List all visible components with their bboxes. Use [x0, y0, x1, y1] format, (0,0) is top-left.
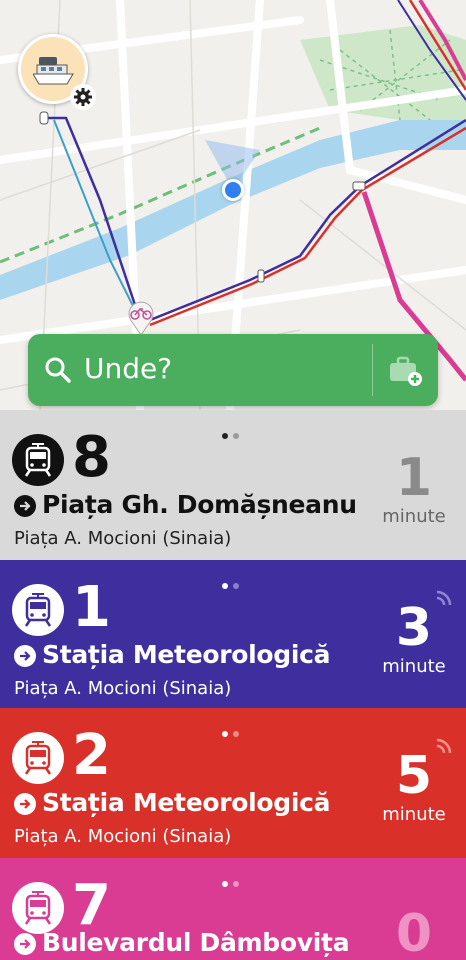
arrow-right-icon — [14, 495, 36, 517]
vehicle-badge — [12, 732, 64, 784]
destination-name: Piața Gh. Domășneanu — [42, 490, 357, 519]
minutes-value: 5 — [395, 746, 433, 806]
minutes-label: minute — [382, 804, 446, 825]
minutes-value: 0 — [395, 904, 433, 960]
arrival-time: 5 minute — [374, 748, 454, 825]
vehicle-badge — [12, 584, 64, 636]
page-dots — [222, 872, 244, 891]
vehicle-badge — [12, 882, 64, 934]
minutes-value: 1 — [395, 448, 433, 508]
minutes-label: minute — [382, 506, 446, 527]
tram-icon — [24, 741, 52, 775]
arrow-right-icon — [14, 933, 36, 955]
search-divider — [372, 344, 373, 396]
user-location-dot — [222, 179, 244, 201]
destination-name: Bulevardul Dâmbovița — [42, 928, 350, 957]
bicycle-icon — [128, 301, 154, 336]
search-icon — [45, 357, 71, 383]
page-dots — [222, 424, 244, 443]
arrow-right-icon — [14, 645, 36, 667]
minutes-label: minute — [382, 656, 446, 677]
page-dots — [222, 722, 244, 741]
arrival-time: 0 — [374, 906, 454, 960]
tram-icon — [24, 593, 52, 627]
minutes-value: 3 — [395, 598, 433, 658]
destination-name: Stația Meteorologică — [42, 640, 331, 669]
stop-name: Piața A. Mocioni (Sinaia) — [14, 528, 232, 549]
stop-name: Piața A. Mocioni (Sinaia) — [14, 826, 232, 847]
tram-icon — [24, 443, 52, 477]
briefcase-add-icon[interactable] — [388, 356, 424, 386]
departure-card-route-7[interactable]: 7 Bulevardul Dâmbovița 0 — [0, 858, 466, 960]
arrival-time: 1 minute — [374, 450, 454, 527]
route-number: 2 — [72, 723, 111, 788]
stop-name: Piața A. Mocioni (Sinaia) — [14, 678, 232, 699]
search-bar[interactable]: Unde? — [28, 334, 438, 406]
boat-icon — [33, 57, 74, 85]
gear-icon — [74, 88, 92, 106]
destination-name: Stația Meteorologică — [42, 788, 331, 817]
departure-card-route-8[interactable]: 8 Piața Gh. Domășneanu Piața A. Mocioni … — [0, 410, 466, 560]
arrow-right-icon — [14, 793, 36, 815]
departure-card-route-1[interactable]: 1 Stația Meteorologică Piața A. Mocioni … — [0, 560, 466, 708]
page-dots — [222, 574, 244, 593]
vehicle-badge — [12, 434, 64, 486]
departure-card-route-2[interactable]: 2 Stația Meteorologică Piața A. Mocioni … — [0, 708, 466, 858]
route-number: 1 — [72, 575, 111, 640]
route-number: 8 — [72, 425, 111, 490]
search-placeholder[interactable]: Unde? — [84, 352, 172, 385]
arrival-time: 3 minute — [374, 600, 454, 677]
tram-icon — [24, 891, 52, 925]
settings-button[interactable] — [70, 84, 96, 110]
